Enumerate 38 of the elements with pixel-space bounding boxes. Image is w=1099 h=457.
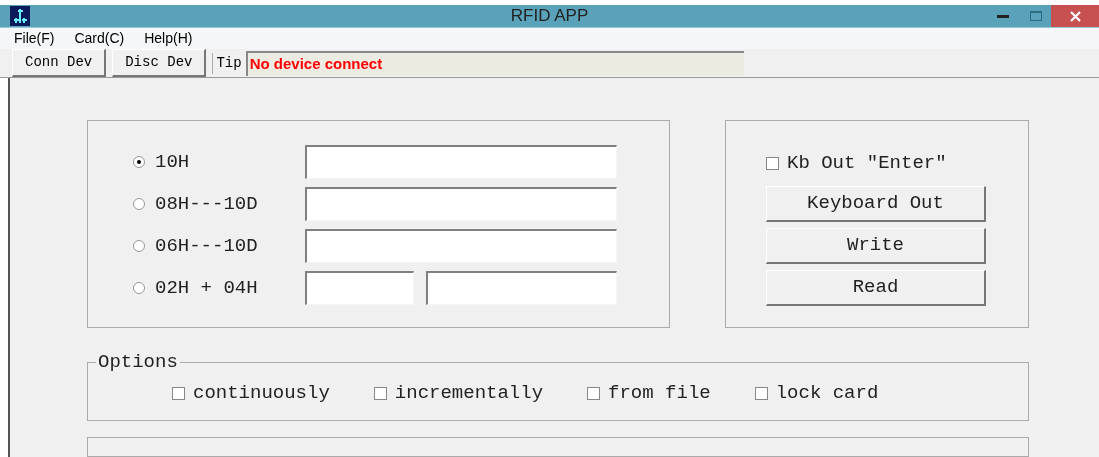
checkbox[interactable] — [172, 387, 185, 400]
menu-item[interactable]: File(F) — [10, 28, 59, 49]
checkbox-label: incrementally — [394, 381, 544, 407]
radio-label: 08H---10D — [155, 191, 259, 217]
checkbox-label: lock card — [775, 381, 879, 407]
toolbar-button[interactable]: Conn Dev — [12, 49, 107, 77]
checkbox-label: Kb Out "Enter" — [787, 151, 947, 176]
close-button[interactable] — [1051, 5, 1099, 28]
menu-item[interactable]: Card(C) — [70, 28, 129, 49]
input-field[interactable] — [305, 229, 617, 263]
checkbox-label: continuously — [193, 381, 330, 407]
input-field[interactable] — [426, 271, 617, 305]
action-button[interactable]: Write — [766, 227, 986, 264]
toolbar-button[interactable]: Disc Dev — [112, 49, 207, 77]
action-button[interactable]: Keyboard Out — [766, 185, 986, 222]
group-title: Options — [96, 351, 180, 373]
checkbox-label: from file — [608, 381, 711, 407]
radio-button[interactable] — [133, 156, 145, 168]
radio-label: 10H — [155, 149, 191, 175]
input-field[interactable] — [305, 187, 617, 221]
tip-field: No device connect — [245, 50, 744, 76]
input-field[interactable] — [305, 271, 414, 305]
radio-label: 06H---10D — [155, 233, 259, 259]
checkbox[interactable] — [373, 387, 387, 400]
checkbox[interactable] — [766, 156, 779, 170]
radio-button[interactable] — [133, 198, 145, 210]
checkbox[interactable] — [587, 387, 601, 400]
radio-button[interactable] — [133, 240, 145, 252]
radio-label: 02H + 04H — [155, 275, 259, 301]
checkbox[interactable] — [754, 387, 768, 400]
tip-label: Tip — [212, 52, 242, 74]
input-field[interactable] — [305, 145, 617, 179]
radio-button[interactable] — [133, 282, 145, 294]
menu-item[interactable]: Help(H) — [140, 28, 197, 49]
action-button[interactable]: Read — [766, 269, 986, 306]
close-icon — [1069, 10, 1081, 22]
window-title: RFID APP — [510, 5, 589, 28]
app-icon — [10, 6, 30, 27]
